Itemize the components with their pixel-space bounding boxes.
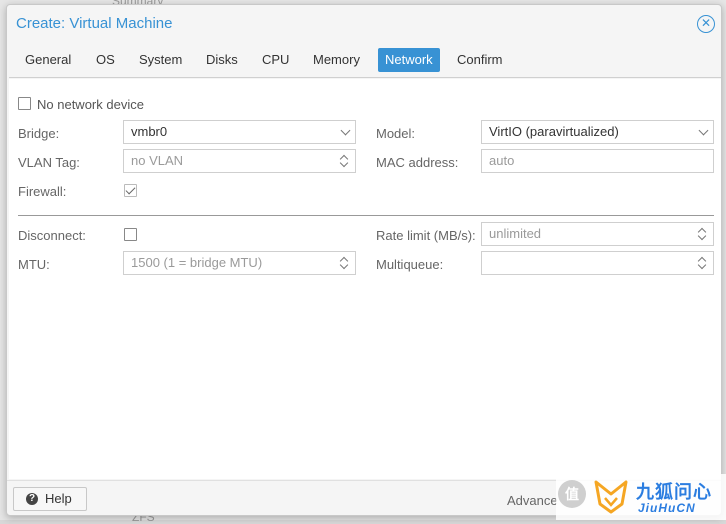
fox-logo-icon — [594, 480, 628, 514]
tab-network[interactable]: Network — [378, 48, 440, 72]
model-select[interactable]: VirtIO (paravirtualized) — [481, 120, 714, 144]
spinner-icon[interactable] — [339, 255, 349, 271]
vlan-tag-field[interactable]: no VLAN — [123, 149, 356, 173]
tab-disks[interactable]: Disks — [199, 48, 245, 72]
spinner-icon[interactable] — [697, 255, 707, 271]
network-panel: No network device Bridge: vmbr0 VLAN Tag… — [9, 79, 721, 479]
mac-address-label: MAC address: — [376, 155, 459, 170]
multiqueue-label: Multiqueue: — [376, 257, 444, 272]
tab-general[interactable]: General — [18, 48, 78, 72]
no-network-device-checkbox[interactable] — [18, 97, 31, 110]
dialog-titlebar: Create: Virtual Machine ✕ — [7, 5, 721, 43]
vlan-tag-placeholder: no VLAN — [131, 153, 184, 168]
close-icon[interactable]: ✕ — [697, 15, 715, 33]
multiqueue-field[interactable] — [481, 251, 714, 275]
model-value: VirtIO (paravirtualized) — [489, 124, 619, 139]
spinner-icon[interactable] — [339, 153, 349, 169]
tab-system[interactable]: System — [132, 48, 189, 72]
help-button-label: Help — [45, 491, 72, 506]
question-circle-icon: ? — [26, 493, 38, 505]
disconnect-label: Disconnect: — [18, 228, 86, 243]
firewall-checkbox[interactable] — [124, 184, 137, 197]
bridge-label: Bridge: — [18, 126, 60, 141]
chevron-down-icon[interactable] — [340, 125, 351, 136]
mtu-label: MTU: — [18, 257, 50, 272]
mtu-field[interactable]: 1500 (1 = bridge MTU) — [123, 251, 356, 275]
dialog-title: Create: Virtual Machine — [16, 15, 173, 32]
mac-address-placeholder: auto — [489, 153, 515, 168]
spinner-icon[interactable] — [697, 226, 707, 242]
wizard-tabbar: General OS System Disks CPU Memory Netwo… — [9, 45, 721, 78]
value-logo-icon: 值 — [558, 480, 586, 508]
disconnect-checkbox[interactable] — [124, 228, 137, 241]
tab-confirm[interactable]: Confirm — [450, 48, 510, 72]
bridge-value: vmbr0 — [131, 124, 168, 139]
bridge-select[interactable]: vmbr0 — [123, 120, 356, 144]
advanced-separator — [18, 215, 714, 216]
tab-os[interactable]: OS — [89, 48, 122, 72]
firewall-label: Firewall: — [18, 184, 67, 199]
mac-address-field[interactable]: auto — [481, 149, 714, 173]
advanced-label: Advance — [507, 493, 558, 508]
rate-limit-field[interactable]: unlimited — [481, 222, 714, 246]
vlan-tag-label: VLAN Tag: — [18, 155, 80, 170]
tab-cpu[interactable]: CPU — [255, 48, 296, 72]
no-network-device-label: No network device — [37, 97, 144, 112]
chevron-down-icon[interactable] — [698, 125, 709, 136]
rate-limit-placeholder: unlimited — [489, 226, 542, 241]
model-label: Model: — [376, 126, 416, 141]
site-watermark: 值 九狐问心 JiuHuCN — [556, 474, 726, 520]
checkmark-icon — [125, 184, 136, 195]
tab-memory[interactable]: Memory — [306, 48, 367, 72]
help-button[interactable]: ? Help — [13, 487, 87, 511]
mtu-placeholder: 1500 (1 = bridge MTU) — [131, 255, 263, 270]
rate-limit-label: Rate limit (MB/s): — [376, 228, 476, 243]
watermark-text-latin: JiuHuCN — [638, 501, 696, 515]
create-vm-dialog: Create: Virtual Machine ✕ General OS Sys… — [6, 4, 722, 516]
